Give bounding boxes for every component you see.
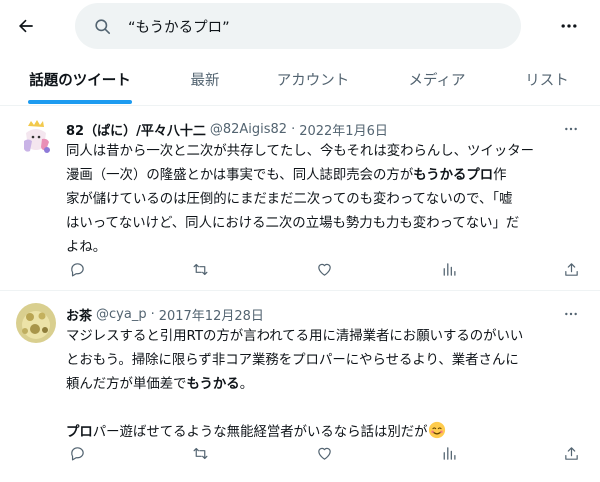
search-input[interactable] (128, 18, 488, 34)
tweet-text-line: 同人は昔から一次と二次が共存してたし、今もそれは変わらんし、ツイッター (66, 144, 534, 159)
more-icon (561, 24, 577, 28)
like-button[interactable] (313, 257, 335, 281)
reply-button[interactable] (66, 441, 88, 465)
heart-icon (317, 263, 331, 276)
share-button[interactable] (560, 257, 582, 281)
tweet-more-button[interactable] (560, 304, 582, 324)
reply-icon (70, 446, 84, 460)
tweet-date[interactable]: 2017年12月28日 (159, 305, 264, 324)
analytics-icon (443, 446, 456, 460)
user-handle[interactable]: @cya_p (96, 307, 147, 322)
highlighted-keyword: もうかる (186, 377, 240, 392)
tab-top[interactable]: 話題のツイート (24, 53, 136, 106)
more-icon (565, 127, 577, 131)
top-bar (0, 0, 600, 53)
settings-more-button[interactable] (551, 8, 587, 44)
retweet-button[interactable] (189, 441, 211, 465)
separator: · (150, 306, 155, 322)
reply-button[interactable] (66, 257, 88, 281)
tweet-text-line: マジレスすると引用RTの方が言われてる用に清掃業者にお願いするのがいい (66, 329, 524, 344)
tweet-header: 82（ぱに）/平々八十二 @82Aigis82 · 2022年1月6日 (66, 119, 388, 139)
avatar[interactable] (16, 117, 56, 157)
avatar[interactable] (16, 303, 56, 343)
tweet-text-line: はいってないけど、同人における二次の立場も勢力も力も変わってない」だ (66, 216, 520, 231)
tweet-text-line: 漫画（一次）の隆盛とかは事実でも、同人誌即売会の方がもうかるプロ作 (66, 168, 507, 183)
active-tab-indicator (28, 100, 132, 104)
analytics-button[interactable] (437, 441, 459, 465)
tab-lists[interactable]: リスト (514, 53, 580, 106)
tweet-header: お茶 @cya_p · 2017年12月28日 (66, 304, 264, 324)
arrow-left-icon (19, 19, 33, 33)
display-name[interactable]: 82（ぱに）/平々八十二 (66, 120, 206, 139)
like-button[interactable] (313, 441, 335, 465)
heart-icon (317, 447, 331, 460)
tweet[interactable]: お茶 @cya_p · 2017年12月28日 マジレスすると引用RTの方が言わ… (0, 291, 600, 482)
separator: · (291, 121, 296, 137)
retweet-icon (193, 447, 207, 459)
tweet[interactable]: 82（ぱに）/平々八十二 @82Aigis82 · 2022年1月6日 同人は昔… (0, 107, 600, 291)
tab-accounts[interactable]: アカウント (265, 53, 361, 106)
more-icon (565, 312, 577, 316)
highlighted-keyword: もうかるプロ (413, 168, 494, 183)
analytics-icon (443, 262, 456, 276)
tweet-text: マジレスすると引用RTの方が言われてる用に清掃業者にお願いするのがいい とおもう… (66, 325, 588, 445)
tweet-text-line: 頼んだ方が単価差でもうかる。 (66, 377, 254, 392)
tweet-text-line: とおもう。掃除に限らず非コア業務をプロパーにやらせるより、業者さんに (66, 353, 519, 368)
tab-media[interactable]: メディア (400, 53, 474, 106)
back-button[interactable] (8, 8, 44, 44)
share-icon (564, 262, 578, 276)
retweet-button[interactable] (189, 257, 211, 281)
tweet-text: 同人は昔から一次と二次が共存してたし、今もそれは変わらんし、ツイッター 漫画（一… (66, 140, 588, 260)
user-handle[interactable]: @82Aigis82 (210, 122, 287, 137)
display-name[interactable]: お茶 (66, 305, 92, 324)
tweet-actions (66, 257, 586, 281)
tweet-actions (66, 441, 586, 465)
share-icon (564, 446, 578, 460)
tweet-date[interactable]: 2022年1月6日 (299, 120, 388, 139)
analytics-button[interactable] (437, 257, 459, 281)
retweet-icon (193, 263, 207, 275)
smiling-face-emoji-icon (428, 421, 445, 439)
tab-latest[interactable]: 最新 (180, 53, 230, 106)
search-tabs: 話題のツイート 最新 アカウント メディア リスト (0, 53, 600, 106)
tweet-more-button[interactable] (560, 119, 582, 139)
search-icon (95, 18, 111, 34)
tweet-text-line (66, 397, 588, 421)
search-box[interactable] (75, 3, 521, 49)
share-button[interactable] (560, 441, 582, 465)
tweet-text-line: 家が儲けているのは圧倒的にまだまだ二次ってのも変わってないので、「嘘 (66, 192, 513, 207)
reply-icon (70, 262, 84, 276)
highlighted-keyword: プロ (66, 425, 93, 440)
